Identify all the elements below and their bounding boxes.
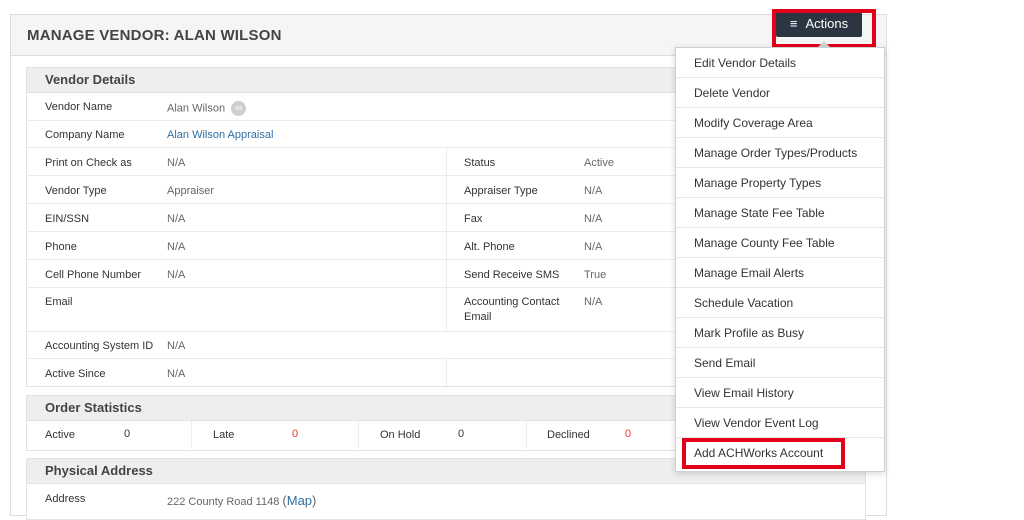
- map-paren-close: ): [312, 493, 317, 508]
- menu-item-schedule-vacation[interactable]: Schedule Vacation: [676, 288, 884, 318]
- map-link[interactable]: Map: [287, 493, 312, 508]
- column-divider: [446, 260, 447, 287]
- status-label: Status: [464, 157, 496, 169]
- appraiser-type-label: Appraiser Type: [464, 185, 538, 197]
- late-orders-label: Late: [213, 429, 235, 441]
- appraiser-type-value: N/A: [584, 185, 603, 197]
- on-hold-value: 0: [458, 428, 465, 440]
- column-divider: [446, 148, 447, 175]
- column-divider: [526, 421, 527, 449]
- ein-value: N/A: [167, 213, 186, 225]
- accounting-email-label-line2: Email: [464, 311, 492, 323]
- actions-dropdown-menu: Edit Vendor Details Delete Vendor Modify…: [675, 47, 885, 472]
- menu-item-manage-property-types[interactable]: Manage Property Types: [676, 168, 884, 198]
- column-divider: [446, 204, 447, 231]
- vendor-name-label: Vendor Name: [45, 101, 113, 113]
- status-value: Active: [584, 157, 614, 169]
- on-hold-label: On Hold: [380, 429, 421, 441]
- achworks-highlight-box: [682, 438, 845, 469]
- active-since-value: N/A: [167, 368, 186, 380]
- column-divider: [358, 421, 359, 449]
- cell-phone-value: N/A: [167, 269, 186, 281]
- fax-label: Fax: [464, 213, 483, 225]
- menu-item-mark-profile-busy[interactable]: Mark Profile as Busy: [676, 318, 884, 348]
- column-divider: [191, 421, 192, 449]
- vendor-type-value: Appraiser: [167, 185, 215, 197]
- menu-item-manage-email-alerts[interactable]: Manage Email Alerts: [676, 258, 884, 288]
- accounting-email-label-line1: Accounting Contact: [464, 296, 560, 308]
- declined-label: Declined: [547, 429, 590, 441]
- column-divider: [446, 359, 447, 386]
- accounting-system-value: N/A: [167, 340, 186, 352]
- active-orders-label: Active: [45, 429, 75, 441]
- address-label: Address: [45, 493, 86, 505]
- menu-item-view-email-history[interactable]: View Email History: [676, 378, 884, 408]
- late-orders-value: 0: [292, 428, 299, 440]
- ein-label: EIN/SSN: [45, 213, 90, 225]
- declined-value: 0: [625, 428, 632, 440]
- address-row: Address 222 County Road 1148 (Map): [27, 484, 865, 514]
- sms-value: True: [584, 269, 607, 281]
- email-label: Email: [45, 296, 73, 308]
- fax-value: N/A: [584, 213, 603, 225]
- menu-item-manage-state-fee-table[interactable]: Manage State Fee Table: [676, 198, 884, 228]
- company-name-label: Company Name: [45, 129, 125, 141]
- phone-value: N/A: [167, 241, 186, 253]
- alt-phone-value: N/A: [584, 241, 603, 253]
- menu-item-modify-coverage-area[interactable]: Modify Coverage Area: [676, 108, 884, 138]
- vendor-name-value: Alan Wilson ∞: [167, 101, 247, 116]
- menu-item-edit-vendor-details[interactable]: Edit Vendor Details: [676, 48, 884, 78]
- active-orders-value: 0: [124, 428, 131, 440]
- menu-item-manage-county-fee-table[interactable]: Manage County Fee Table: [676, 228, 884, 258]
- link-icon[interactable]: ∞: [231, 101, 247, 116]
- sms-label: Send Receive SMS: [464, 269, 560, 281]
- column-divider: [446, 176, 447, 203]
- print-on-check-label: Print on Check as: [45, 157, 132, 169]
- page-title: MANAGE VENDOR: ALAN WILSON: [27, 27, 282, 44]
- column-divider: [446, 232, 447, 259]
- phone-label: Phone: [45, 241, 77, 253]
- print-on-check-value: N/A: [167, 157, 186, 169]
- menu-item-delete-vendor[interactable]: Delete Vendor: [676, 78, 884, 108]
- menu-item-send-email[interactable]: Send Email: [676, 348, 884, 378]
- accounting-email-value: N/A: [584, 296, 603, 308]
- menu-item-view-vendor-event-log[interactable]: View Vendor Event Log: [676, 408, 884, 438]
- column-divider: [446, 288, 447, 331]
- active-since-label: Active Since: [45, 368, 106, 380]
- alt-phone-label: Alt. Phone: [464, 241, 515, 253]
- address-value: 222 County Road 1148 (Map): [167, 493, 316, 508]
- company-name-link[interactable]: Alan Wilson Appraisal: [167, 129, 273, 141]
- vendor-type-label: Vendor Type: [45, 185, 107, 197]
- accounting-system-label: Accounting System ID: [45, 340, 154, 352]
- menu-item-manage-order-types[interactable]: Manage Order Types/Products: [676, 138, 884, 168]
- vendor-name-text: Alan Wilson: [167, 102, 226, 115]
- cell-phone-label: Cell Phone Number: [45, 269, 141, 281]
